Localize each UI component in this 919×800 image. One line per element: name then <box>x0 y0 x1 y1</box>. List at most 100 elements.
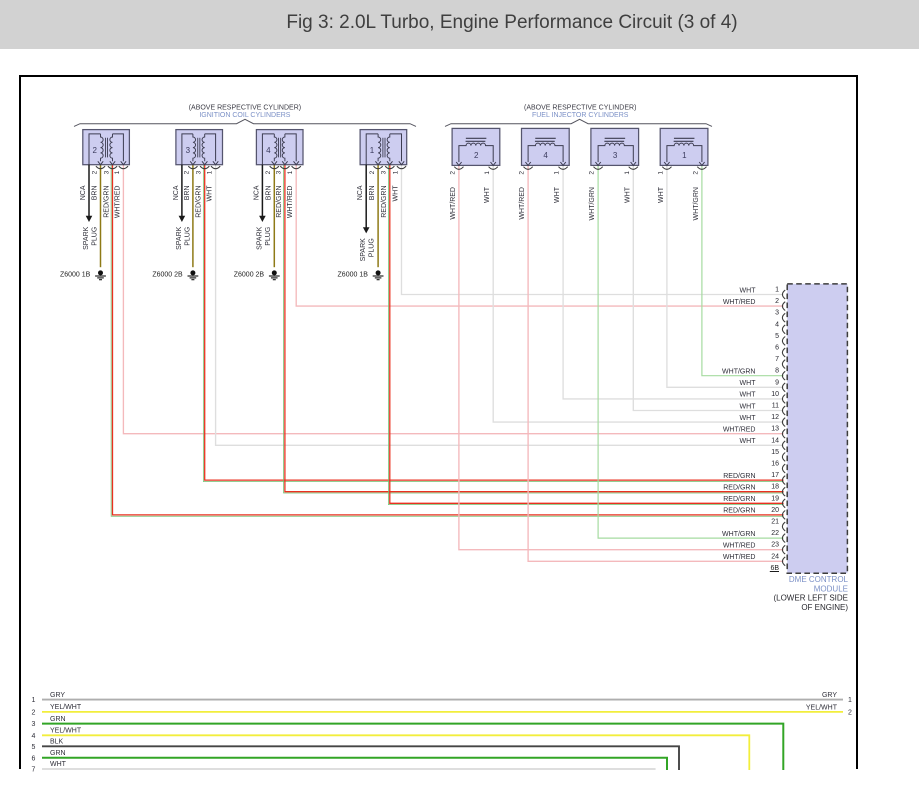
svg-text:4: 4 <box>32 733 36 740</box>
svg-text:21: 21 <box>771 519 779 526</box>
svg-text:2: 2 <box>474 151 479 160</box>
svg-text:YEL/WHT: YEL/WHT <box>50 704 82 711</box>
svg-text:NCA: NCA <box>173 185 180 200</box>
svg-text:3: 3 <box>186 146 191 155</box>
svg-text:WHT: WHT <box>740 403 757 410</box>
svg-text:RED/GRN: RED/GRN <box>723 508 755 515</box>
svg-text:2: 2 <box>589 171 596 175</box>
svg-text:YEL/WHT: YEL/WHT <box>806 704 838 711</box>
svg-text:WHT: WHT <box>484 186 491 203</box>
svg-text:17: 17 <box>771 472 779 479</box>
svg-text:WHT/RED: WHT/RED <box>723 554 756 561</box>
svg-text:YEL/WHT: YEL/WHT <box>50 728 82 735</box>
svg-text:WHT/GRN: WHT/GRN <box>722 369 755 376</box>
svg-text:WHT: WHT <box>658 186 665 203</box>
svg-text:WHT/RED: WHT/RED <box>450 187 457 220</box>
svg-text:3: 3 <box>775 310 779 317</box>
svg-text:Z6000 1B: Z6000 1B <box>338 272 369 279</box>
svg-text:SPARK: SPARK <box>360 238 367 262</box>
svg-text:13: 13 <box>771 426 779 433</box>
svg-text:4: 4 <box>543 151 548 160</box>
svg-text:GRN: GRN <box>50 750 66 757</box>
svg-text:BRN: BRN <box>92 186 99 201</box>
svg-text:3: 3 <box>196 170 203 174</box>
svg-text:(LOWER LEFT SIDE: (LOWER LEFT SIDE <box>773 594 848 603</box>
svg-text:WHT/RED: WHT/RED <box>114 186 121 219</box>
svg-text:12: 12 <box>771 414 779 421</box>
svg-text:5: 5 <box>775 333 779 340</box>
svg-text:9: 9 <box>775 379 779 386</box>
svg-text:WHT/GRN: WHT/GRN <box>722 531 755 538</box>
svg-text:1: 1 <box>114 170 121 174</box>
svg-text:MODULE: MODULE <box>814 584 848 593</box>
svg-text:FUEL INJECTOR CYLINDERS: FUEL INJECTOR CYLINDERS <box>532 112 629 119</box>
svg-text:WHT: WHT <box>50 761 67 768</box>
svg-text:2: 2 <box>91 170 98 174</box>
svg-text:1: 1 <box>370 146 375 155</box>
svg-text:1: 1 <box>484 171 491 175</box>
svg-text:WHT: WHT <box>740 380 757 387</box>
svg-text:16: 16 <box>771 461 779 468</box>
svg-text:2: 2 <box>775 298 779 305</box>
svg-text:NCA: NCA <box>80 185 87 200</box>
svg-text:15: 15 <box>771 449 779 456</box>
svg-text:4: 4 <box>266 146 271 155</box>
svg-text:2: 2 <box>184 170 191 174</box>
svg-text:3: 3 <box>381 170 388 174</box>
svg-text:1: 1 <box>32 697 36 704</box>
svg-text:Fig 3: 2.0L Turbo, Engine Perf: Fig 3: 2.0L Turbo, Engine Performance Ci… <box>286 12 737 33</box>
svg-text:WHT: WHT <box>554 186 561 203</box>
svg-text:19: 19 <box>771 495 779 502</box>
svg-text:Z6000 1B: Z6000 1B <box>60 272 91 279</box>
svg-text:WHT: WHT <box>393 185 400 202</box>
svg-text:DME CONTROL: DME CONTROL <box>789 575 849 584</box>
svg-text:6: 6 <box>775 345 779 352</box>
svg-text:1: 1 <box>287 170 294 174</box>
svg-text:WHT/GRN: WHT/GRN <box>693 187 700 220</box>
svg-text:WHT: WHT <box>207 185 214 202</box>
svg-text:RED/GRN: RED/GRN <box>723 473 755 480</box>
svg-text:GRY: GRY <box>822 692 837 699</box>
svg-text:1: 1 <box>682 151 687 160</box>
svg-text:Z6000 2B: Z6000 2B <box>234 272 265 279</box>
svg-text:SPARK: SPARK <box>256 226 263 250</box>
svg-text:1: 1 <box>392 170 399 174</box>
svg-text:(ABOVE RESPECTIVE CYLINDER): (ABOVE RESPECTIVE CYLINDER) <box>189 104 301 111</box>
svg-text:WHT/RED: WHT/RED <box>723 299 756 306</box>
svg-text:22: 22 <box>771 530 779 537</box>
svg-text:23: 23 <box>771 542 779 549</box>
svg-text:2: 2 <box>92 146 97 155</box>
svg-text:BLK: BLK <box>50 739 64 746</box>
svg-text:GRN: GRN <box>50 716 66 723</box>
svg-text:1: 1 <box>775 287 779 294</box>
svg-text:6: 6 <box>32 755 36 762</box>
svg-text:2: 2 <box>693 171 700 175</box>
svg-text:RED/GRN: RED/GRN <box>104 186 111 218</box>
svg-text:PLUG: PLUG <box>369 238 376 257</box>
svg-text:1: 1 <box>624 171 631 175</box>
svg-text:Z6000 2B: Z6000 2B <box>152 272 183 279</box>
svg-text:18: 18 <box>771 484 779 491</box>
svg-text:WHT: WHT <box>740 392 757 399</box>
svg-text:5: 5 <box>32 744 36 751</box>
svg-text:GRY: GRY <box>50 692 65 699</box>
svg-text:PLUG: PLUG <box>265 227 272 246</box>
svg-text:RED/GRN: RED/GRN <box>196 186 203 218</box>
svg-text:BRN: BRN <box>265 186 272 201</box>
svg-text:6B: 6B <box>770 565 779 572</box>
svg-text:WHT/RED: WHT/RED <box>723 427 756 434</box>
svg-text:14: 14 <box>771 437 779 444</box>
svg-text:RED/GRN: RED/GRN <box>381 186 388 218</box>
svg-text:RED/GRN: RED/GRN <box>723 496 755 503</box>
svg-text:NCA: NCA <box>357 185 364 200</box>
svg-text:WHT: WHT <box>740 287 757 294</box>
svg-text:3: 3 <box>103 170 110 174</box>
svg-text:24: 24 <box>771 553 779 560</box>
svg-text:1: 1 <box>658 171 665 175</box>
svg-text:WHT/RED: WHT/RED <box>519 187 526 220</box>
svg-text:1: 1 <box>848 697 852 704</box>
svg-text:SPARK: SPARK <box>83 226 90 250</box>
svg-text:3: 3 <box>276 170 283 174</box>
svg-text:WHT: WHT <box>624 186 631 203</box>
svg-text:2: 2 <box>519 171 526 175</box>
